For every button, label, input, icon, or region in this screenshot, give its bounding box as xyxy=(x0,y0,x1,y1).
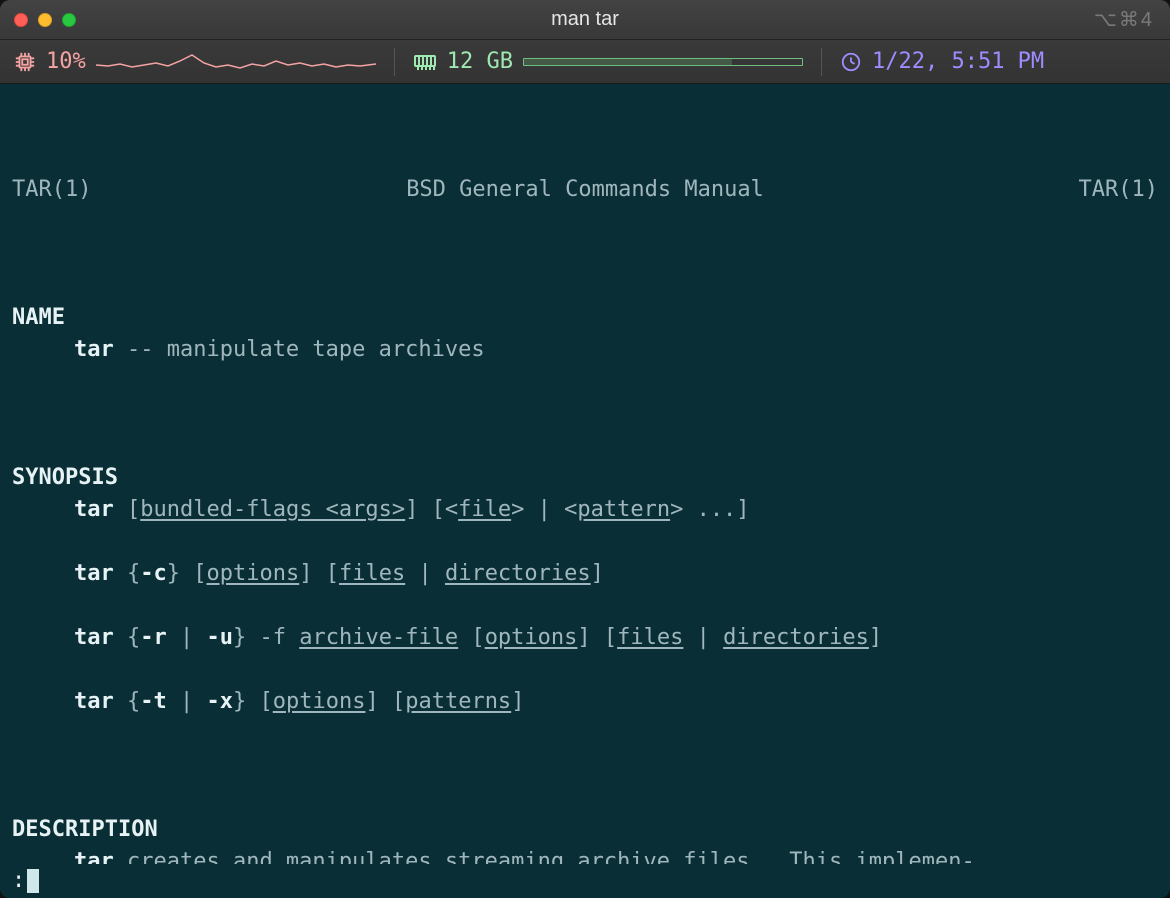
section-description: DESCRIPTION xyxy=(12,817,158,842)
manpage-header-center: BSD General Commands Manual xyxy=(91,174,1078,206)
section-synopsis: SYNOPSIS xyxy=(12,465,118,490)
name-cmd: tar xyxy=(74,337,114,362)
pager-statusline[interactable]: : xyxy=(0,864,1170,898)
terminal-content[interactable]: TAR(1) BSD General Commands Manual TAR(1… xyxy=(0,84,1170,898)
traffic-lights xyxy=(14,13,76,27)
statusbar: 10% 12 GB xyxy=(0,40,1170,84)
cpu-icon xyxy=(14,51,36,73)
window-title: man tar xyxy=(0,8,1170,31)
manpage-header-left: TAR(1) xyxy=(12,174,91,206)
memory-segment: 12 GB xyxy=(413,49,803,74)
pager-prompt: : xyxy=(12,865,25,897)
cursor xyxy=(27,869,39,893)
cpu-percent: 10% xyxy=(46,49,86,74)
memory-value: 12 GB xyxy=(447,49,513,74)
shortcut-hint: ⌥⌘4 xyxy=(1094,7,1154,32)
name-rest: -- manipulate tape archives xyxy=(114,337,485,362)
clock-value: 1/22, 5:51 PM xyxy=(872,49,1044,74)
manpage-header-right: TAR(1) xyxy=(1079,174,1158,206)
separator xyxy=(821,48,822,76)
memory-icon xyxy=(413,52,437,72)
minimize-button[interactable] xyxy=(38,13,52,27)
titlebar: man tar ⌥⌘4 xyxy=(0,0,1170,40)
cpu-segment: 10% xyxy=(14,47,376,77)
synopsis-line-3: tar {-r | -u} -f archive-file [options] … xyxy=(12,622,1158,654)
terminal-window: man tar ⌥⌘4 10% xyxy=(0,0,1170,898)
clock-icon xyxy=(840,51,862,73)
synopsis-line-1: tar [bundled-flags <args>] [<file> | <pa… xyxy=(12,494,1158,526)
clock-segment: 1/22, 5:51 PM xyxy=(840,49,1044,74)
section-name: NAME xyxy=(12,305,65,330)
separator xyxy=(394,48,395,76)
synopsis-line-4: tar {-t | -x} [options] [patterns] xyxy=(12,686,1158,718)
manpage-header: TAR(1) BSD General Commands Manual TAR(1… xyxy=(12,174,1158,206)
synopsis-line-2: tar {-c} [options] [files | directories] xyxy=(12,558,1158,590)
close-button[interactable] xyxy=(14,13,28,27)
maximize-button[interactable] xyxy=(62,13,76,27)
memory-bar xyxy=(523,58,803,66)
cpu-sparkline xyxy=(96,47,376,77)
name-line: tar -- manipulate tape archives xyxy=(12,334,1158,366)
